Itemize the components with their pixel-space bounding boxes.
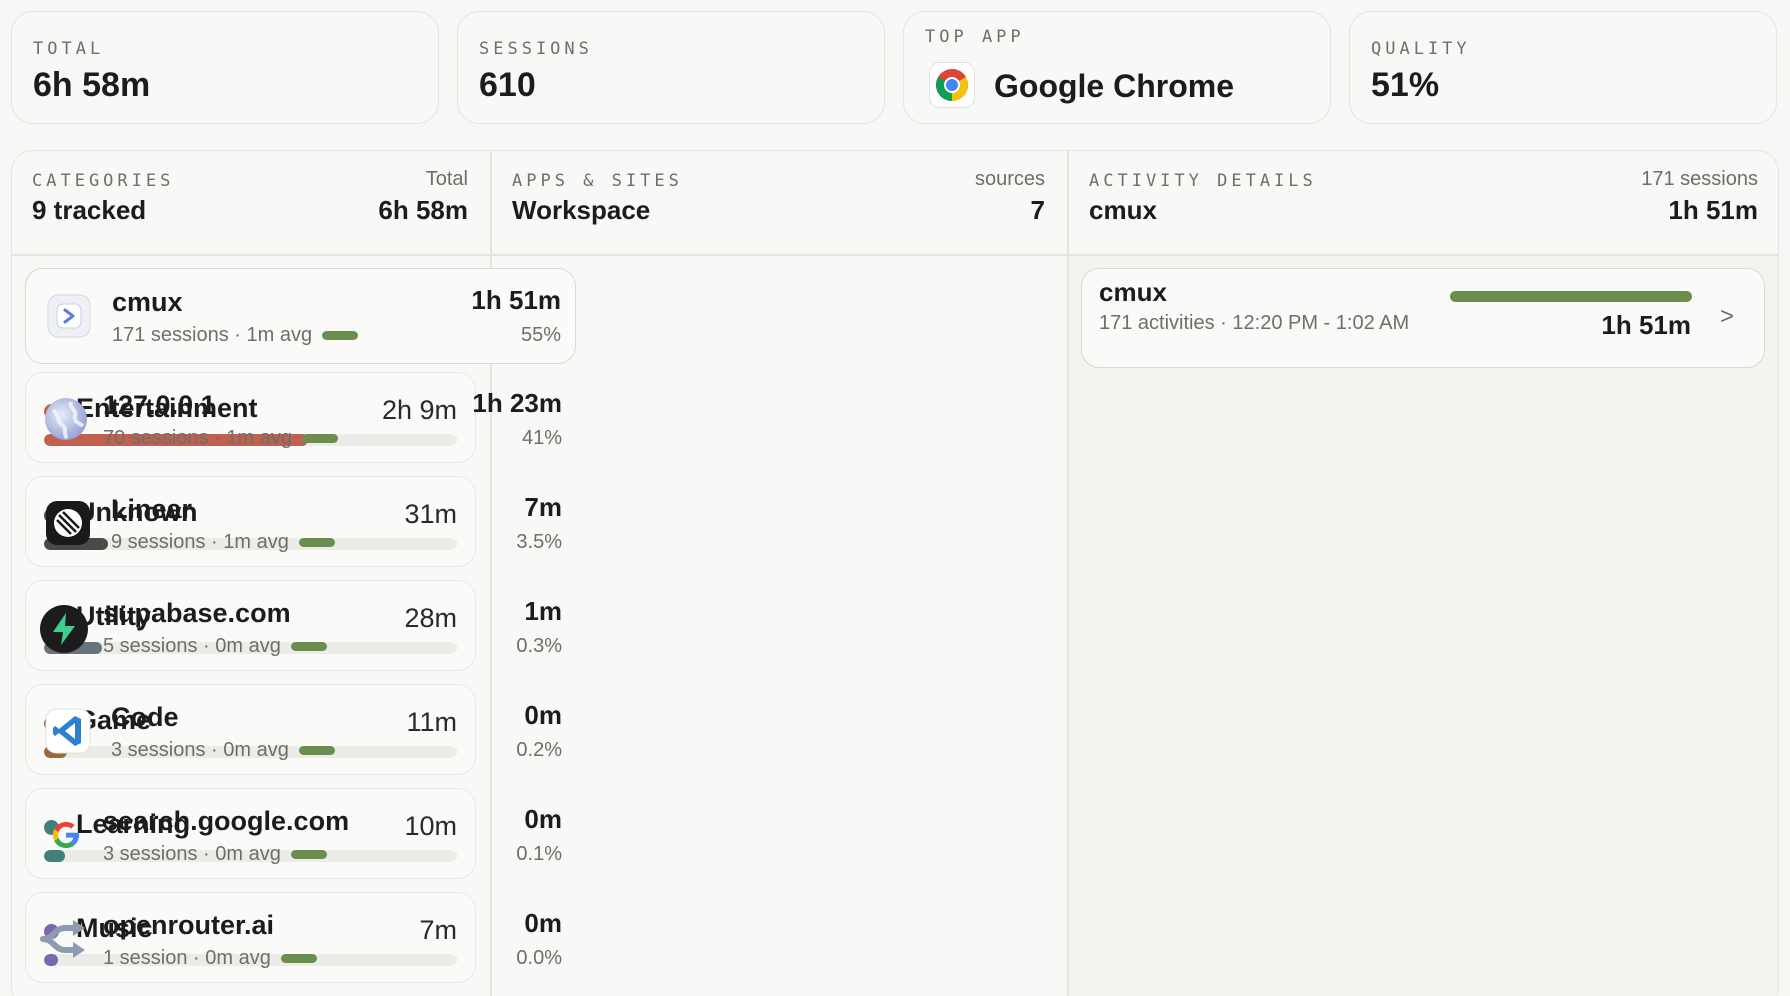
app-name: Linear [111, 494, 193, 524]
stat-value: 610 [479, 66, 536, 104]
stat-card-top-app: TOP APP Google Chrome [903, 11, 1331, 124]
stat-value: 51% [1371, 66, 1440, 104]
app-mini-bar [290, 850, 327, 859]
app-sub: 3 sessions · 0m avg [111, 739, 335, 762]
app-pct: 41% [521, 427, 562, 449]
google-icon [43, 812, 89, 858]
app-name: 127.0.0.1 [103, 390, 216, 420]
app-pct: 0.0% [516, 947, 562, 969]
stat-label: SESSIONS [479, 39, 593, 59]
supabase-icon [39, 604, 88, 653]
app-sub-text: 3 sessions · 0m avg [103, 843, 281, 865]
app-sub-text: 171 sessions · 1m avg [112, 324, 313, 346]
app-sub: 3 sessions · 0m avg [103, 843, 327, 866]
app-name: supabase.com [103, 598, 291, 628]
apps-title: Workspace [512, 195, 651, 225]
app-pct: 55% [520, 324, 561, 346]
app-sub: 171 sessions · 1m avg [112, 324, 359, 347]
app-pct: 0.2% [516, 739, 562, 761]
app-mini-bar [298, 746, 335, 755]
chevron-right-icon[interactable]: > [1720, 303, 1734, 331]
app-name: cmux [112, 287, 183, 317]
column-divider [1067, 151, 1069, 996]
app-mini-bar [280, 954, 317, 963]
header-divider [12, 254, 1778, 256]
apps-sources-label: sources [974, 168, 1045, 190]
app-name: Code [111, 702, 179, 732]
stat-card-sessions: SESSIONS 610 [457, 11, 885, 124]
app-row-openrouter[interactable]: openrouter.ai 1 session · 0m avg 0m 0.0% [25, 892, 576, 988]
app-sub: 5 sessions · 0m avg [103, 635, 327, 658]
app-time: 0m [524, 804, 562, 834]
app-time: 1m [524, 596, 562, 626]
app-mini-bar [322, 331, 359, 340]
linear-icon [45, 500, 91, 546]
activity-time: 1h 51m [1601, 310, 1691, 340]
app-pct: 3.5% [516, 531, 562, 553]
vscode-icon [45, 708, 91, 754]
app-sub: 9 sessions · 1m avg [111, 531, 335, 554]
stat-card-quality: QUALITY 51% [1349, 11, 1777, 124]
activity-name: cmux [1099, 277, 1167, 307]
app-name: search.google.com [103, 806, 350, 836]
activity-label: ACTIVITY DETAILS [1089, 171, 1317, 191]
app-row-code[interactable]: Code 3 sessions · 0m avg 0m 0.2% [25, 684, 576, 780]
app-row-linear[interactable]: Linear 9 sessions · 1m avg 7m 3.5% [25, 476, 576, 572]
app-sub-text: 5 sessions · 0m avg [103, 635, 281, 657]
openrouter-icon [39, 916, 85, 962]
app-pct: 0.3% [516, 635, 562, 657]
app-sub: 70 sessions · 1m avg [103, 427, 338, 450]
apps-sources-value: 7 [1030, 195, 1045, 225]
app-sub-text: 70 sessions · 1m avg [103, 427, 292, 449]
activity-row-cmux[interactable]: cmux 171 activities · 12:20 PM - 1:02 AM… [1081, 268, 1765, 368]
app-row-google-search[interactable]: search.google.com 3 sessions · 0m avg 0m… [25, 788, 576, 884]
globe-icon [43, 396, 89, 442]
app-row-supabase[interactable]: supabase.com 5 sessions · 0m avg 1m 0.3% [25, 580, 576, 676]
stat-label: QUALITY [1371, 39, 1471, 59]
categories-title: 9 tracked [32, 195, 147, 225]
activity-total-value: 1h 51m [1668, 195, 1758, 225]
cmux-icon [46, 293, 92, 339]
categories-label: CATEGORIES [32, 171, 175, 191]
app-sub-text: 9 sessions · 1m avg [111, 531, 289, 553]
app-time: 1h 51m [471, 285, 561, 315]
app-sub-text: 1 session · 0m avg [103, 947, 271, 969]
stat-label: TOTAL [33, 39, 105, 59]
activity-sessions-label: 171 sessions [1641, 168, 1758, 190]
stat-label: TOP APP [925, 27, 1025, 47]
app-mini-bar [290, 642, 327, 651]
app-time: 1h 23m [472, 388, 562, 418]
app-row-cmux[interactable]: cmux 171 sessions · 1m avg 1h 51m 55% [25, 268, 576, 364]
stat-card-total: TOTAL 6h 58m [11, 11, 439, 124]
app-pct: 0.1% [516, 843, 562, 865]
app-time: 7m [524, 492, 562, 522]
app-time: 0m [524, 700, 562, 730]
categories-total-value: 6h 58m [378, 195, 468, 225]
main-panel: CATEGORIES 9 tracked Total 6h 58m APPS &… [11, 150, 1779, 996]
activity-title: cmux [1089, 195, 1157, 225]
app-time: 0m [524, 908, 562, 938]
app-sub: 1 session · 0m avg [103, 947, 317, 970]
app-name: openrouter.ai [103, 910, 275, 940]
chrome-icon [929, 62, 975, 108]
activity-bar [1450, 291, 1692, 302]
categories-total-label: Total [425, 168, 468, 190]
activity-sub: 171 activities · 12:20 PM - 1:02 AM [1099, 312, 1410, 334]
app-mini-bar [298, 538, 335, 547]
app-mini-bar [301, 434, 338, 443]
apps-label: APPS & SITES [512, 171, 683, 191]
app-row-localhost[interactable]: 127.0.0.1 70 sessions · 1m avg 1h 23m 41… [25, 372, 576, 468]
stat-value: 6h 58m [33, 66, 151, 104]
top-app-name: Google Chrome [994, 68, 1235, 104]
app-sub-text: 3 sessions · 0m avg [111, 739, 289, 761]
